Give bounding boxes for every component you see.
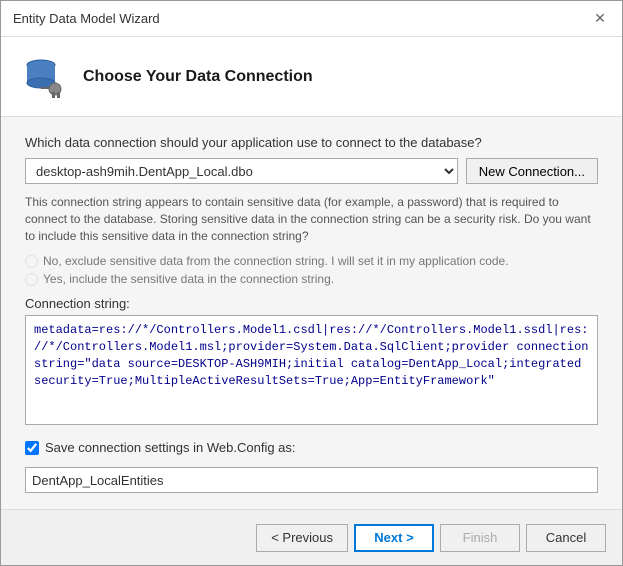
content-area: Which data connection should your applic…: [1, 117, 622, 509]
radio-group: No, exclude sensitive data from the conn…: [25, 254, 598, 286]
close-button[interactable]: ✕: [590, 9, 610, 29]
radio-no[interactable]: [25, 255, 38, 268]
footer: < Previous Next > Finish Cancel: [1, 509, 622, 565]
save-settings-row: Save connection settings in Web.Config a…: [25, 440, 598, 455]
wizard-header: Choose Your Data Connection: [1, 37, 622, 117]
dialog-title: Entity Data Model Wizard: [13, 11, 160, 26]
radio-yes-label: Yes, include the sensitive data in the c…: [43, 272, 334, 286]
title-bar: Entity Data Model Wizard ✕: [1, 1, 622, 37]
dialog-window: Entity Data Model Wizard ✕ Choose Your D…: [0, 0, 623, 566]
connection-string-textarea[interactable]: [25, 315, 598, 425]
connection-string-label: Connection string:: [25, 296, 598, 311]
radio-yes[interactable]: [25, 273, 38, 286]
radio-no-label: No, exclude sensitive data from the conn…: [43, 254, 509, 268]
connection-dropdown-wrapper: desktop-ash9mih.DentApp_Local.dbo: [25, 158, 458, 184]
finish-button[interactable]: Finish: [440, 524, 520, 552]
cancel-button[interactable]: Cancel: [526, 524, 606, 552]
database-icon: [21, 53, 69, 101]
question-label: Which data connection should your applic…: [25, 135, 598, 150]
save-label: Save connection settings in Web.Config a…: [45, 440, 296, 455]
radio-item-no: No, exclude sensitive data from the conn…: [25, 254, 598, 268]
sensitive-info-text: This connection string appears to contai…: [25, 194, 598, 244]
next-button[interactable]: Next >: [354, 524, 434, 552]
connection-dropdown[interactable]: desktop-ash9mih.DentApp_Local.dbo: [25, 158, 458, 184]
save-checkbox[interactable]: [25, 441, 39, 455]
title-bar-left: Entity Data Model Wizard: [13, 11, 160, 26]
save-name-input[interactable]: [25, 467, 598, 493]
previous-button[interactable]: < Previous: [256, 524, 348, 552]
connection-row: desktop-ash9mih.DentApp_Local.dbo New Co…: [25, 158, 598, 184]
radio-item-yes: Yes, include the sensitive data in the c…: [25, 272, 598, 286]
new-connection-button[interactable]: New Connection...: [466, 158, 598, 184]
header-title: Choose Your Data Connection: [83, 68, 313, 86]
